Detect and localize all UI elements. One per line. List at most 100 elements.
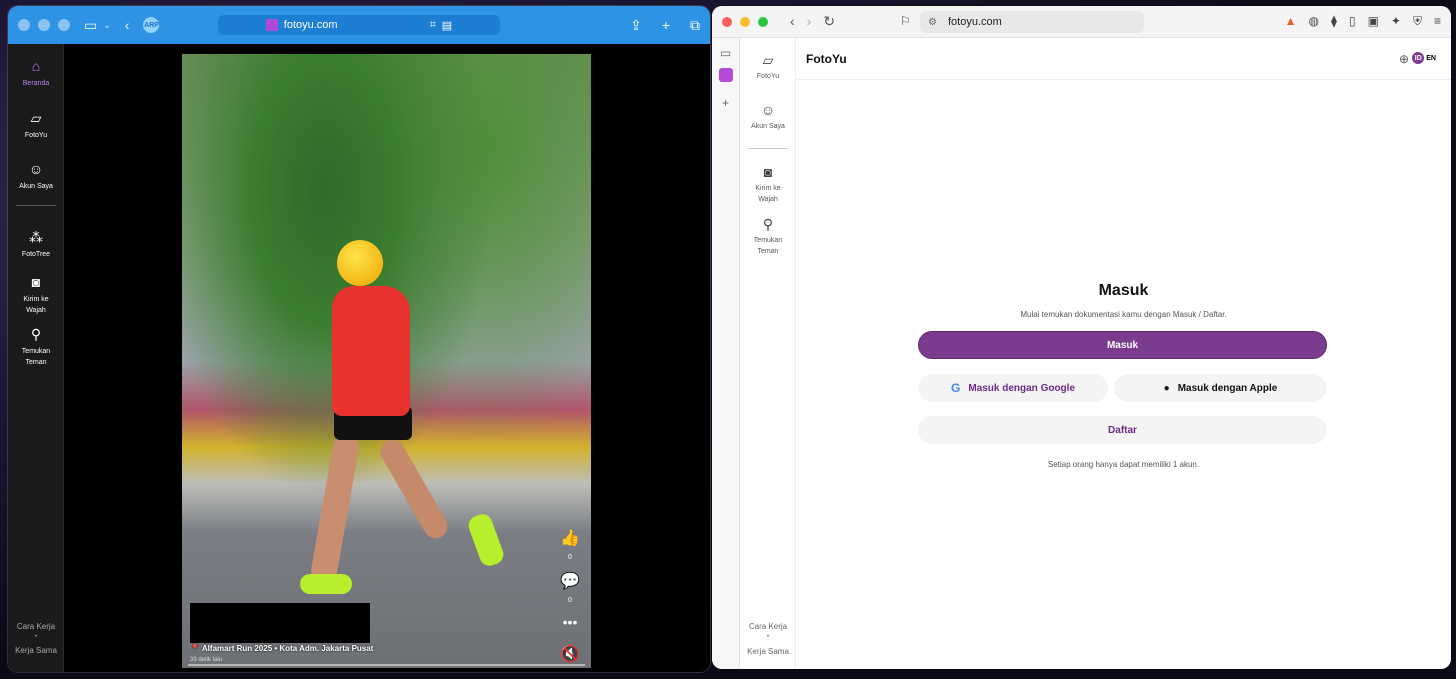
address-bar[interactable]: ⚙ fotoyu.com bbox=[920, 11, 1144, 33]
like-count: 0 bbox=[568, 554, 572, 561]
reload-icon[interactable]: ↻ bbox=[823, 13, 835, 30]
back-icon[interactable]: ‹ bbox=[125, 17, 130, 33]
sidebar-toggle-icon[interactable]: ▭ bbox=[84, 17, 97, 34]
chevron-down-icon[interactable]: ⌄ bbox=[103, 20, 111, 31]
menu-icon[interactable]: ≡ bbox=[1434, 14, 1441, 29]
cara-kerja-link[interactable]: Cara Kerja bbox=[740, 622, 796, 631]
login-title: Masuk bbox=[1098, 282, 1149, 299]
globe-icon[interactable]: ⊕ bbox=[1399, 52, 1409, 66]
redacted-block bbox=[190, 603, 370, 643]
home-icon: ⌂ bbox=[31, 58, 41, 74]
face-send-icon: ◙ bbox=[31, 274, 41, 290]
tab-overview-icon[interactable]: ⧉ bbox=[690, 17, 700, 34]
google-login-label: Masuk dengan Google bbox=[968, 382, 1076, 394]
site-info-icon[interactable]: ⚙ bbox=[928, 17, 937, 28]
video-progress-bar[interactable] bbox=[188, 664, 585, 666]
address-bar[interactable]: fotoyu.com ⌗ ▤ bbox=[218, 15, 500, 35]
sidebar-panel-icon[interactable]: ▭ bbox=[712, 46, 739, 60]
brave-shield-icon[interactable]: ▲ bbox=[1285, 14, 1297, 29]
like-icon[interactable]: 👍 bbox=[559, 528, 581, 548]
photo-subject bbox=[465, 511, 507, 569]
sidebar-item-label: Akun Saya bbox=[751, 123, 785, 130]
bookmark-icon[interactable]: ⚐ bbox=[900, 14, 911, 28]
sidebar-item-akun-saya[interactable]: ☺ Akun Saya bbox=[740, 102, 796, 132]
sidebar-item-label: Kirim ke Wajah bbox=[23, 296, 49, 314]
vpn-icon[interactable]: ⛨ bbox=[1413, 14, 1422, 29]
sidebar-item-label: Akun Saya bbox=[19, 183, 53, 190]
sidebar-item-fotoyu[interactable]: ▱ FotoYu bbox=[740, 52, 796, 82]
tree-icon: ⁂ bbox=[29, 229, 43, 245]
mute-icon[interactable]: 🔇 bbox=[559, 644, 581, 664]
brave-window: ‹ › ↻ ⚐ ⚙ fotoyu.com ▲ ◍ ⧫ ▯ ▣ ✦ ⛨ ≡ ▭ +… bbox=[712, 6, 1451, 669]
comment-icon[interactable]: 💬 bbox=[559, 571, 581, 591]
sidebar-divider bbox=[748, 148, 788, 149]
runner-photo[interactable]: 👍 0 💬 0 ••• 🔇 📍 Alfamart Run 2025 • Kota… bbox=[182, 54, 591, 668]
wallet-icon[interactable]: ▣ bbox=[1368, 14, 1379, 29]
kerja-sama-link[interactable]: Kerja Sama bbox=[8, 646, 64, 655]
masuk-button[interactable]: Masuk bbox=[918, 331, 1327, 359]
browser-toolbar: ‹ › ↻ ⚐ ⚙ fotoyu.com ▲ ◍ ⧫ ▯ ▣ ✦ ⛨ ≡ bbox=[712, 6, 1451, 38]
apple-login-button[interactable]: ● Masuk dengan Apple bbox=[1114, 374, 1327, 402]
comment-count: 0 bbox=[568, 597, 572, 604]
sidebar-item-label: Temukan Teman bbox=[753, 237, 783, 255]
sidebar-item-kirim-ke-wajah[interactable]: ◙ Kirim ke Wajah bbox=[8, 274, 64, 316]
page-title: FotoYu bbox=[806, 52, 847, 66]
extension-icon[interactable]: ◍ bbox=[1309, 14, 1319, 29]
sidebar-item-label: FotoYu bbox=[756, 73, 780, 80]
window-controls[interactable] bbox=[722, 16, 768, 27]
sidebar-divider bbox=[16, 205, 56, 206]
sidebar-item-label: FotoTree bbox=[21, 251, 51, 258]
profile-avatar[interactable]: ARP bbox=[143, 17, 160, 33]
sidebar-item-label: FotoYu bbox=[24, 132, 48, 139]
sidebar-item-kirim-ke-wajah[interactable]: ◙ Kirim ke Wajah bbox=[740, 164, 796, 205]
language-switch[interactable]: ID EN bbox=[1409, 51, 1439, 65]
smiley-face-sticker bbox=[337, 240, 383, 286]
sidebar-item-temukan-teman[interactable]: ⚲ Temukan Teman bbox=[740, 216, 796, 257]
new-tab-icon[interactable]: + bbox=[662, 17, 670, 34]
face-send-icon: ◙ bbox=[763, 164, 773, 180]
address-url: fotoyu.com bbox=[948, 16, 1002, 28]
safari-toolbar: ▭ ⌄ ‹ ARP fotoyu.com ⌗ ▤ ⇪ + ⧉ bbox=[8, 6, 710, 44]
sidebar-item-fotoyu[interactable]: ▱ FotoYu bbox=[8, 110, 64, 141]
google-icon: G bbox=[950, 381, 961, 395]
left-sidebar: ⌂ Beranda ▱ FotoYu ☺ Akun Saya ⁂ FotoTre… bbox=[8, 44, 64, 672]
find-friend-icon: ⚲ bbox=[30, 326, 42, 342]
cara-kerja-link[interactable]: Cara Kerja bbox=[8, 622, 64, 631]
sidebar-item-beranda[interactable]: ⌂ Beranda bbox=[8, 58, 64, 89]
sidebar-item-akun-saya[interactable]: ☺ Akun Saya bbox=[8, 161, 64, 192]
safari-window: ▭ ⌄ ‹ ARP fotoyu.com ⌗ ▤ ⇪ + ⧉ ⌂ Beranda… bbox=[8, 6, 710, 672]
kerja-sama-link[interactable]: Kerja Sama bbox=[740, 647, 796, 656]
page-header: FotoYu ⊕ ID EN bbox=[796, 38, 1451, 80]
user-icon: ☺ bbox=[28, 161, 44, 177]
find-friend-icon: ⚲ bbox=[762, 216, 774, 232]
window-controls[interactable] bbox=[18, 19, 70, 31]
forward-icon[interactable]: › bbox=[807, 13, 812, 30]
back-icon[interactable]: ‹ bbox=[790, 13, 795, 30]
tab-fotoyu[interactable] bbox=[718, 68, 733, 82]
post-time: 33 detik lalu bbox=[190, 657, 223, 663]
vertical-tab-strip: ▭ + bbox=[712, 38, 740, 669]
photo-subject bbox=[309, 432, 361, 586]
reader-icon[interactable]: ▤ bbox=[442, 19, 452, 32]
login-subtitle: Mulai temukan dokumentasi kamu dengan Ma… bbox=[1020, 310, 1227, 319]
right-sidebar: ▱ FotoYu ☺ Akun Saya ◙ Kirim ke Wajah ⚲ … bbox=[740, 38, 796, 669]
location-text: Alfamart Run 2025 • Kota Adm. Jakarta Pu… bbox=[201, 644, 374, 653]
leo-ai-icon[interactable]: ✦ bbox=[1391, 14, 1401, 29]
new-tab-icon[interactable]: + bbox=[712, 96, 739, 110]
sidebar-item-temukan-teman[interactable]: ⚲ Temukan Teman bbox=[8, 326, 64, 368]
puzzle-icon[interactable]: ⧫ bbox=[1331, 14, 1337, 29]
lang-id-badge: ID bbox=[1412, 52, 1425, 64]
more-options-icon[interactable]: ••• bbox=[559, 614, 581, 630]
sidebar-toggle-icon[interactable]: ▯ bbox=[1349, 14, 1356, 29]
lang-en-label: EN bbox=[1426, 54, 1436, 62]
share-icon[interactable]: ⇪ bbox=[630, 17, 642, 34]
address-url: fotoyu.com bbox=[283, 19, 338, 31]
fotoyu-logo-icon: ▱ bbox=[762, 52, 774, 68]
translate-icon[interactable]: ⌗ bbox=[430, 19, 436, 32]
fotoyu-feed-page: ⌂ Beranda ▱ FotoYu ☺ Akun Saya ⁂ FotoTre… bbox=[8, 44, 710, 672]
google-login-button[interactable]: G Masuk dengan Google bbox=[918, 374, 1108, 402]
post-location[interactable]: 📍 Alfamart Run 2025 • Kota Adm. Jakarta … bbox=[190, 644, 373, 653]
sidebar-item-label: Kirim ke Wajah bbox=[755, 185, 781, 203]
daftar-button[interactable]: Daftar bbox=[918, 416, 1327, 444]
sidebar-item-fototree[interactable]: ⁂ FotoTree bbox=[8, 229, 64, 260]
